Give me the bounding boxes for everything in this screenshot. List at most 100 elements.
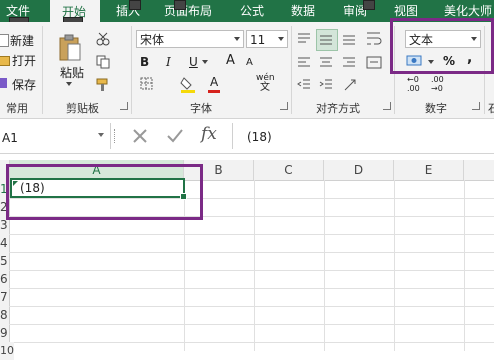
group-label-alignment: 对齐方式: [316, 102, 360, 115]
format-painter-icon[interactable]: [96, 78, 110, 92]
align-top-icon[interactable]: [297, 32, 311, 46]
wrap-text-icon[interactable]: [366, 30, 382, 48]
separator: [291, 26, 292, 114]
group-label-number: 数字: [425, 102, 447, 115]
chevron-down-icon: [278, 37, 284, 41]
name-box[interactable]: A1: [2, 131, 18, 145]
tab-data[interactable]: 数据: [291, 3, 315, 19]
bold-button[interactable]: B: [140, 55, 149, 69]
gridline: [0, 306, 494, 307]
formula-bar-grip-icon: [114, 129, 117, 143]
border-icon[interactable]: [140, 77, 154, 91]
font-name-select[interactable]: 宋体: [136, 30, 244, 48]
shrink-font-button[interactable]: A: [246, 56, 253, 70]
keytip-page-layout: [174, 0, 186, 10]
clipboard-launcher-icon[interactable]: [120, 102, 128, 110]
row-header-10[interactable]: 10: [0, 342, 14, 360]
separator: [131, 26, 132, 114]
font-color-swatch-icon: [208, 90, 220, 93]
column-header-d[interactable]: D: [324, 160, 394, 180]
group-label-common: 常用: [6, 102, 28, 115]
row-header-4[interactable]: 4: [0, 234, 9, 252]
gridline: [254, 180, 255, 351]
increase-decimal-button[interactable]: ←0.00: [407, 75, 420, 93]
decrease-decimal-label-a: .00: [431, 75, 444, 84]
orientation-icon[interactable]: [342, 77, 358, 93]
gridline: [0, 342, 494, 343]
align-middle-icon: [320, 35, 332, 45]
number-launcher-icon[interactable]: [472, 102, 480, 110]
italic-button[interactable]: I: [166, 55, 171, 69]
gridline: [0, 270, 494, 271]
save-icon: [0, 78, 7, 88]
font-name-value: 宋体: [140, 33, 165, 47]
row-header-6[interactable]: 6: [0, 270, 9, 288]
gridline: [0, 252, 494, 253]
formula-input[interactable]: (18): [247, 130, 272, 144]
confirm-entry-icon[interactable]: [166, 128, 184, 144]
new-file-icon: [0, 34, 9, 47]
group-label-font: 字体: [190, 102, 212, 115]
keytip-insert: [129, 0, 141, 10]
save-button[interactable]: 保存: [12, 78, 36, 92]
name-box-dropdown-icon[interactable]: [98, 133, 104, 137]
column-header-f[interactable]: [464, 160, 494, 180]
divider: [232, 123, 233, 149]
align-right-icon[interactable]: [342, 56, 356, 70]
grow-font-button[interactable]: A: [226, 54, 235, 68]
paste-icon: [59, 34, 81, 61]
font-launcher-icon[interactable]: [280, 102, 288, 110]
column-header-c[interactable]: C: [254, 160, 324, 180]
row-header-8[interactable]: 8: [0, 306, 9, 324]
chevron-down-icon: [234, 37, 240, 41]
row-header-7[interactable]: 7: [0, 288, 9, 306]
copy-icon[interactable]: [96, 55, 110, 69]
formula-bar: A1 fx (18): [0, 119, 494, 154]
group-label-overflow: 石: [488, 102, 494, 115]
column-header-e[interactable]: E: [394, 160, 464, 180]
phonetic-char: 文: [260, 82, 270, 93]
increase-decimal-label-a: ←0: [407, 75, 419, 84]
tab-page-layout[interactable]: 页面布局: [164, 3, 212, 19]
font-size-value: 11: [250, 33, 266, 47]
paste-dropdown-icon[interactable]: [66, 82, 72, 86]
separator: [42, 26, 43, 114]
gridline: [0, 234, 494, 235]
gridline: [464, 180, 465, 351]
divider: [110, 123, 111, 149]
merge-center-icon[interactable]: [366, 56, 382, 70]
group-label-clipboard: 剪贴板: [66, 102, 99, 115]
align-bottom-icon[interactable]: [342, 32, 356, 46]
font-color-button[interactable]: A: [210, 75, 218, 89]
font-size-select[interactable]: 11: [246, 30, 288, 48]
cancel-entry-icon[interactable]: [132, 128, 148, 144]
new-button[interactable]: 新建: [10, 34, 34, 48]
paste-button[interactable]: 粘贴: [60, 66, 84, 80]
keytip-review: [363, 0, 375, 10]
tab-formulas[interactable]: 公式: [240, 3, 264, 19]
insert-function-button[interactable]: fx: [201, 126, 217, 143]
underline-button[interactable]: U: [189, 55, 198, 69]
increase-decimal-label-b: .00: [407, 84, 420, 93]
fill-color-icon[interactable]: [180, 75, 198, 93]
decrease-decimal-label-b: →0: [431, 84, 443, 93]
open-folder-icon: [0, 56, 10, 66]
alignment-launcher-icon[interactable]: [383, 102, 391, 110]
gridline: [324, 180, 325, 351]
cell-a1-highlight: [6, 164, 203, 220]
gridline: [0, 324, 494, 325]
gridline: [394, 180, 395, 351]
cut-icon[interactable]: [96, 32, 110, 46]
increase-indent-icon[interactable]: [319, 78, 333, 92]
number-format-highlight: [390, 18, 494, 74]
row-header-9[interactable]: 9: [0, 324, 9, 342]
tab-beautify[interactable]: 美化大师: [444, 3, 492, 19]
row-header-5[interactable]: 5: [0, 252, 9, 270]
align-left-icon[interactable]: [297, 56, 311, 70]
align-center-icon[interactable]: [319, 56, 333, 70]
decrease-decimal-button[interactable]: .00 →0: [431, 75, 444, 93]
open-button[interactable]: 打开: [12, 54, 36, 68]
underline-dropdown-icon[interactable]: [202, 60, 208, 64]
tab-view[interactable]: 视图: [394, 3, 418, 19]
decrease-indent-icon[interactable]: [297, 78, 311, 92]
